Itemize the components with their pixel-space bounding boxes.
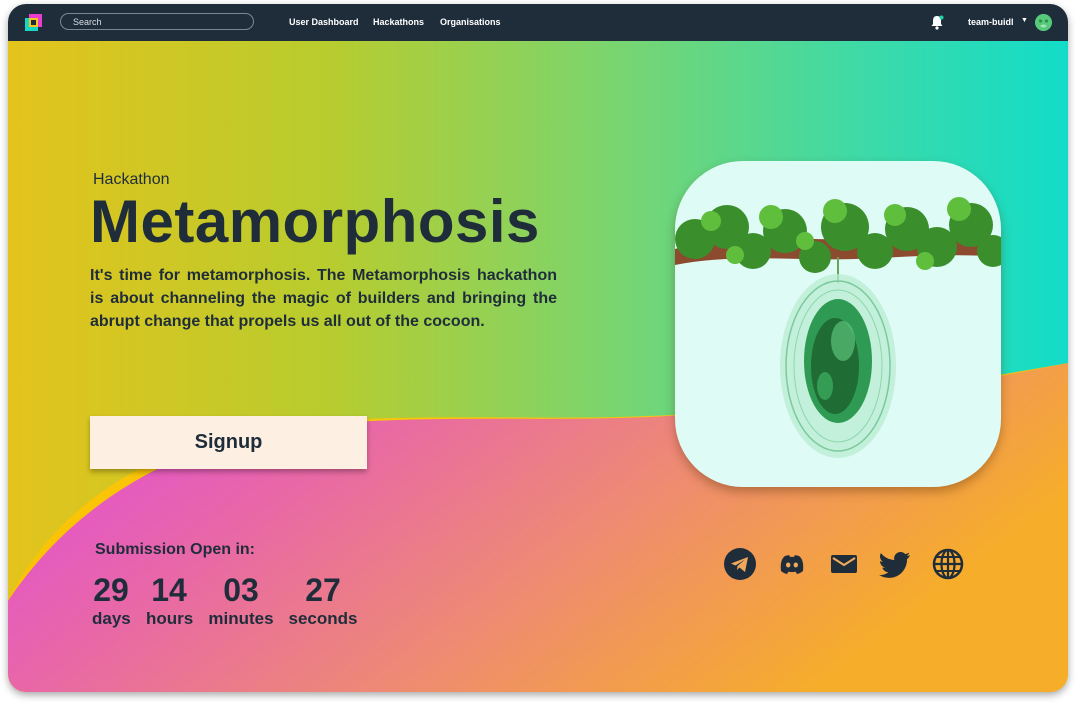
email-icon[interactable]: [827, 547, 861, 581]
countdown-hours: 14 hours: [146, 571, 194, 629]
countdown-seconds: 27 seconds: [287, 571, 359, 629]
countdown-minutes: 03 minutes: [207, 571, 275, 629]
hackathon-description: It's time for metamorphosis. The Metamor…: [90, 267, 557, 330]
logo-icon[interactable]: [24, 13, 44, 33]
bell-icon[interactable]: [930, 15, 944, 30]
countdown-days-unit: days: [92, 609, 131, 628]
search-input[interactable]: Search: [60, 13, 254, 30]
chevron-down-icon[interactable]: ▼: [1021, 17, 1028, 24]
page-title: Metamorphosis: [90, 188, 540, 255]
nav-hackathons[interactable]: Hackathons: [373, 17, 424, 27]
nav-organisations[interactable]: Organisations: [440, 17, 501, 27]
countdown-days-value: 29: [93, 572, 129, 608]
telegram-icon[interactable]: [723, 547, 757, 581]
discord-icon[interactable]: [775, 547, 809, 581]
username-label[interactable]: team-buidl: [968, 17, 1014, 27]
countdown-hours-unit: hours: [146, 609, 194, 628]
submission-label: Submission Open in:: [95, 541, 256, 558]
app-window: Search User Dashboard Hackathons Organis…: [8, 4, 1068, 692]
countdown-seconds-unit: seconds: [288, 609, 358, 628]
countdown-minutes-unit: minutes: [208, 609, 274, 628]
hackathon-cover-image: [675, 161, 1001, 487]
countdown-seconds-value: 27: [305, 572, 341, 608]
countdown-hours-value: 14: [151, 572, 187, 608]
nav-user-dashboard[interactable]: User Dashboard: [289, 17, 359, 27]
avatar[interactable]: [1035, 14, 1052, 31]
globe-icon[interactable]: [931, 547, 965, 581]
top-navbar: Search User Dashboard Hackathons Organis…: [8, 4, 1068, 41]
hero-section: Hackathon Metamorphosis It's time for me…: [8, 41, 1068, 692]
countdown-days: 29 days: [92, 571, 131, 629]
countdown-minutes-value: 03: [223, 572, 259, 608]
twitter-icon[interactable]: [879, 547, 913, 581]
signup-button[interactable]: Signup: [90, 416, 367, 469]
